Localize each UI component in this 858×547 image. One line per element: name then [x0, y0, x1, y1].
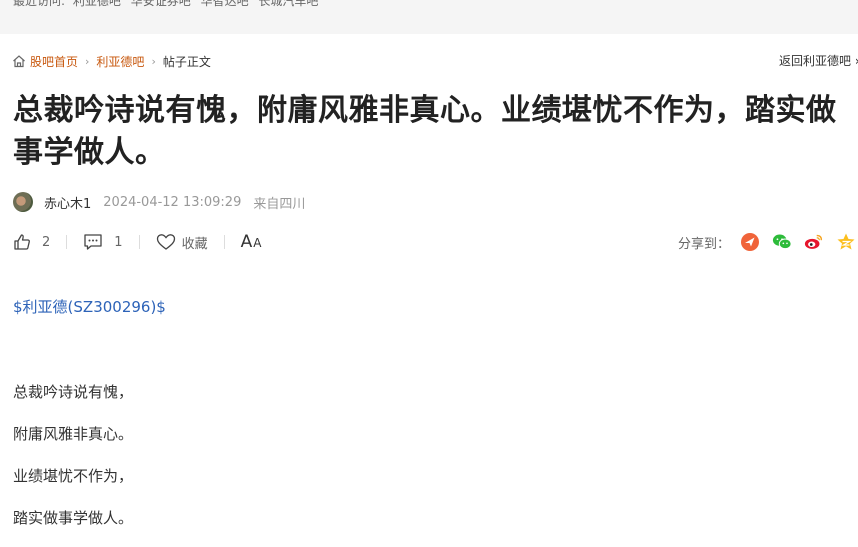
recent-item[interactable]: 华智达吧: [201, 0, 249, 8]
divider: [223, 235, 225, 249]
wechat-icon[interactable]: [772, 232, 792, 252]
recent-visits-bar: 最近访问: 利亚德吧 华安证券吧 华智达吧 长城汽车吧: [0, 0, 858, 22]
post-body-line: 附庸风雅非真心。: [13, 425, 134, 443]
font-size-toggle[interactable]: A A: [241, 232, 262, 252]
font-size-large: A: [240, 232, 253, 252]
post-time: 2024-04-12 13:09:29: [103, 194, 242, 210]
breadcrumb-bar-link[interactable]: 利亚德吧: [96, 53, 144, 70]
font-size-small: A: [253, 236, 262, 250]
post-body-line: 总裁吟诗说有愧，: [13, 383, 134, 401]
divider: [138, 235, 140, 249]
favorite-button[interactable]: 收藏: [156, 233, 208, 252]
recent-visits: 最近访问: 利亚德吧 华安证券吧 华智达吧 长城汽车吧: [13, 0, 324, 9]
like-button[interactable]: 2: [13, 233, 50, 251]
back-to-bar-link[interactable]: 返回利亚德吧 ›: [779, 52, 858, 69]
stock-tag-link[interactable]: $利亚德(SZ300296)$: [13, 296, 166, 317]
thumbs-up-icon: [13, 233, 31, 251]
divider: [66, 235, 68, 249]
comment-count: 1: [114, 234, 123, 250]
post-body-line: 业绩堪忧不作为，: [13, 467, 134, 485]
breadcrumb-current: 帖子正文: [162, 54, 211, 69]
post-title: 总裁吟诗说有愧，附庸风雅非真心。业绩堪忧不作为，踏实做事学做人。: [13, 93, 837, 170]
qq-zone-icon[interactable]: [836, 232, 856, 252]
avatar[interactable]: [13, 192, 33, 212]
home-icon: [12, 54, 26, 68]
post-body-line: 踏实做事学做人。: [13, 509, 134, 527]
like-count: 2: [42, 234, 51, 250]
weibo-icon[interactable]: [804, 232, 824, 252]
recent-item[interactable]: 长城汽车吧: [258, 0, 318, 8]
breadcrumb-separator: ›: [151, 54, 156, 68]
share-label: 分享到：: [678, 236, 731, 252]
recent-visits-label: 最近访问:: [13, 0, 66, 8]
post-location: 来自四川: [253, 196, 306, 212]
recent-item[interactable]: 利亚德吧: [73, 0, 121, 8]
breadcrumb-separator: ›: [85, 54, 90, 68]
comment-icon: [83, 233, 103, 251]
comment-button[interactable]: 1: [83, 233, 123, 251]
divider: [0, 22, 858, 34]
author-name[interactable]: 赤心木1: [44, 193, 91, 212]
post-meta: 赤心木1 2024-04-12 13:09:29 来自四川: [13, 191, 305, 213]
heart-icon: [156, 233, 176, 251]
recent-item[interactable]: 华安证券吧: [131, 0, 191, 8]
post-actions: 2 1 收藏 A A: [13, 231, 261, 253]
favorite-label: 收藏: [181, 236, 208, 252]
breadcrumb: 股吧首页 › 利亚德吧 › 帖子正文: [12, 52, 211, 70]
breadcrumb-home-link[interactable]: 股吧首页: [30, 53, 78, 70]
eastmoney-share-icon[interactable]: [740, 232, 760, 252]
share-bar: 分享到：: [678, 231, 858, 253]
